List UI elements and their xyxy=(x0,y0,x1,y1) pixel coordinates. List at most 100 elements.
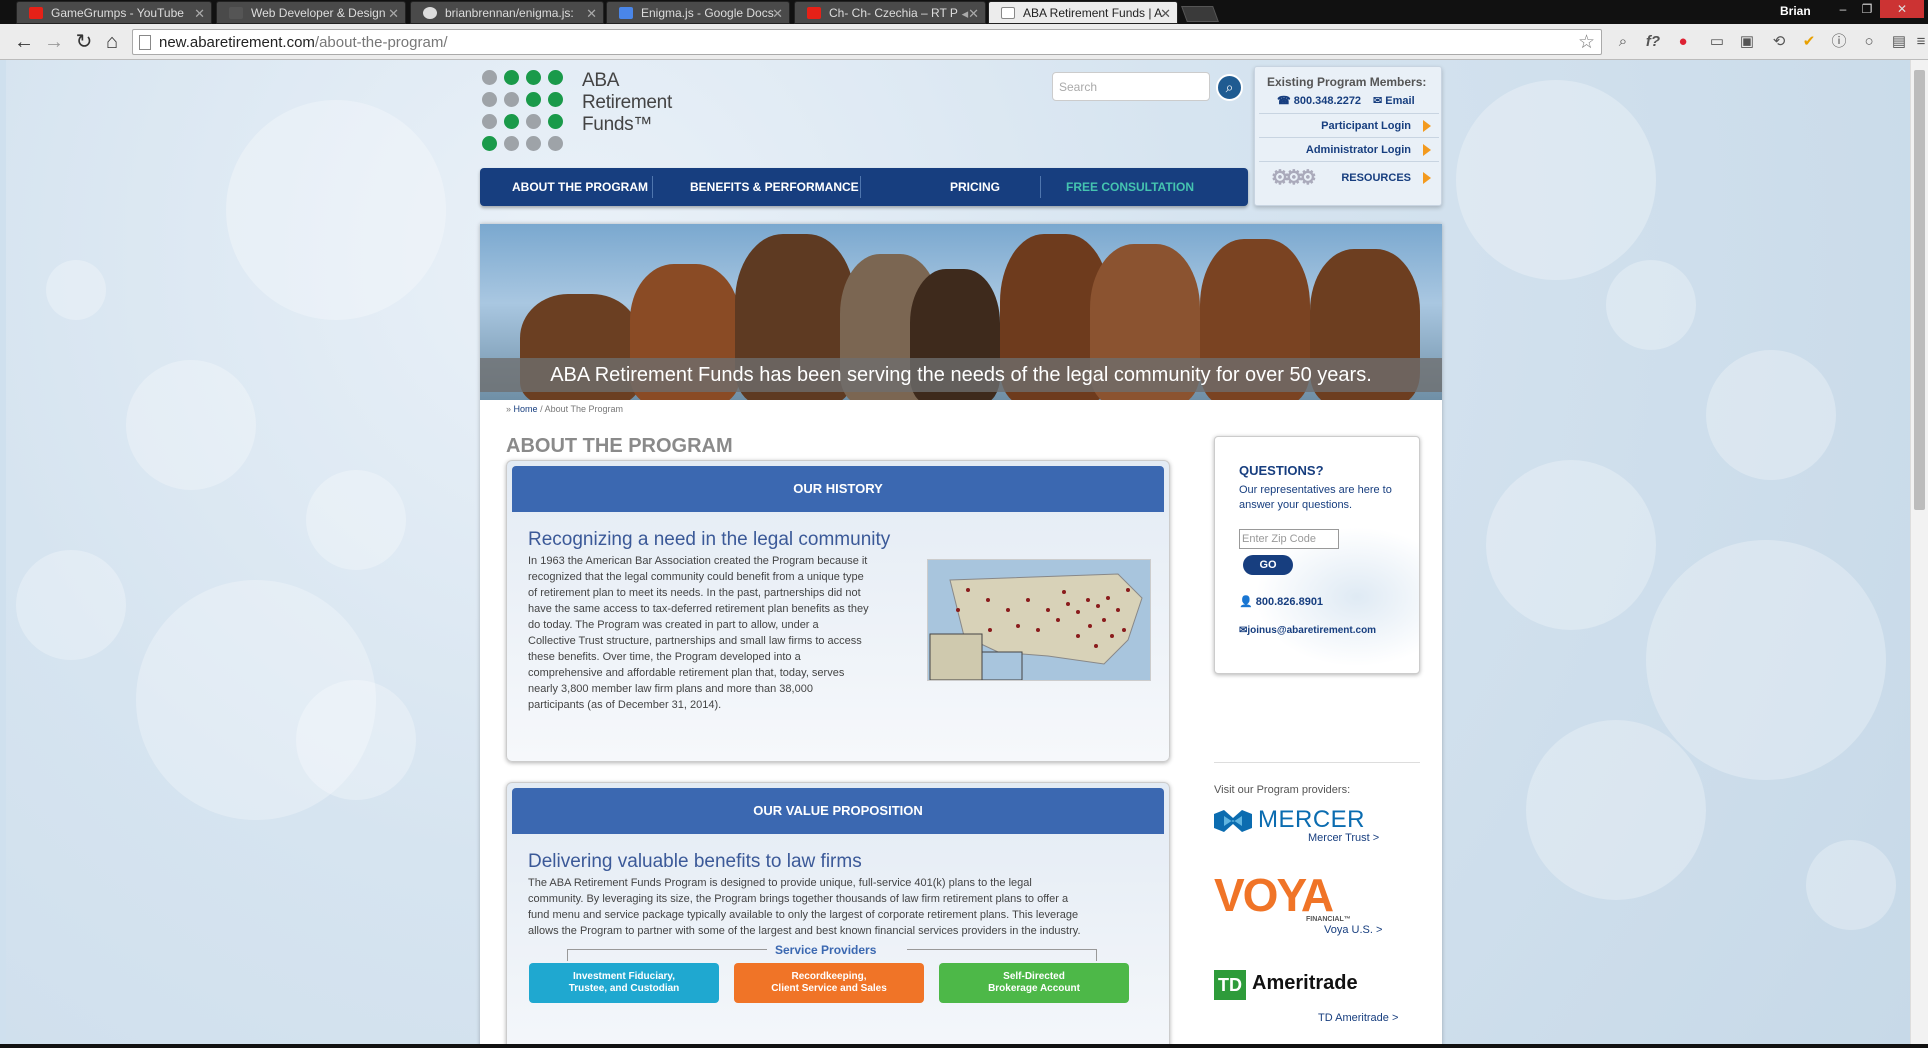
td-mark-icon: TD xyxy=(1214,970,1246,1000)
background-bubble xyxy=(296,680,416,800)
sync-icon[interactable]: ⟲ xyxy=(1770,33,1788,51)
members-email-label: Email xyxy=(1385,95,1415,107)
nav-benefits-performance[interactable]: BENEFITS & PERFORMANCE xyxy=(690,180,859,194)
nav-divider xyxy=(860,176,861,198)
questions-phone-number: 800.826.8901 xyxy=(1255,596,1324,608)
logo-dot xyxy=(526,114,541,129)
voya-us-link[interactable]: Voya U.S. > xyxy=(1324,924,1382,936)
administrator-login-link[interactable]: Administrator Login xyxy=(1259,137,1439,161)
forward-icon[interactable]: → xyxy=(42,30,66,54)
breadcrumb-current: About The Program xyxy=(544,404,623,414)
tab-gamegrumps[interactable]: GameGrumps - YouTube ✕ xyxy=(16,1,212,24)
font-extension-icon[interactable]: f? xyxy=(1644,33,1662,51)
close-tab-icon[interactable]: ✕ xyxy=(586,2,597,23)
go-button[interactable]: GO xyxy=(1243,555,1293,575)
td-ameritrade-link[interactable]: TD Ameritrade > xyxy=(1318,1012,1398,1024)
cast-icon[interactable]: ▭ xyxy=(1708,33,1726,51)
provider-label: Trustee, and Custodian xyxy=(568,983,680,994)
value-proposition-card: OUR VALUE PROPOSITION Delivering valuabl… xyxy=(506,782,1170,1044)
members-email-link[interactable]: ✉ Email xyxy=(1373,94,1415,107)
tab-web-developer[interactable]: Web Developer & Design ✕ xyxy=(216,1,406,24)
logo-dot xyxy=(548,92,563,107)
phone-icon: ☎ xyxy=(1277,95,1291,107)
profile-name[interactable]: Brian xyxy=(1780,4,1811,18)
logo-dot xyxy=(526,70,541,85)
home-icon[interactable]: ⌂ xyxy=(100,30,124,54)
mercer-trust-link[interactable]: Mercer Trust > xyxy=(1308,832,1379,844)
resources-link[interactable]: ⚙⚙⚙ RESOURCES xyxy=(1259,161,1439,193)
tab-title: brianbrennan/enigma.js: xyxy=(445,6,574,20)
tab-google-docs[interactable]: Enigma.js - Google Docs ✕ xyxy=(606,1,790,24)
members-phone[interactable]: ☎ 800.348.2272 xyxy=(1277,94,1361,107)
color-picker-icon[interactable]: ● xyxy=(1674,33,1692,51)
provider-investment-fiduciary[interactable]: Investment Fiduciary, Trustee, and Custo… xyxy=(529,963,719,1003)
logo-dot xyxy=(526,92,541,107)
logo-dot xyxy=(504,114,519,129)
nav-pricing[interactable]: PRICING xyxy=(950,180,1000,194)
logo-dot xyxy=(526,136,541,151)
bookmark-star-icon[interactable]: ☆ xyxy=(1578,31,1595,54)
menu-icon[interactable]: ≡ xyxy=(1912,33,1928,51)
circle-icon[interactable]: ○ xyxy=(1860,33,1878,51)
new-tab-button[interactable] xyxy=(1181,6,1219,22)
nav-about-the-program[interactable]: ABOUT THE PROGRAM xyxy=(512,180,648,194)
provider-label: Recordkeeping, xyxy=(791,971,867,982)
search-input[interactable]: Search xyxy=(1052,72,1210,101)
restore-icon[interactable]: ❐ xyxy=(1856,0,1878,18)
back-icon[interactable]: ← xyxy=(12,30,36,54)
tab-title: Enigma.js - Google Docs xyxy=(641,6,774,20)
provider-self-directed-brokerage[interactable]: Self-Directed Brokerage Account xyxy=(939,963,1129,1003)
chart-extension-icon[interactable]: ▤ xyxy=(1890,33,1908,51)
background-bubble xyxy=(1646,540,1886,780)
breadcrumb-prefix: » xyxy=(506,404,512,414)
tab-github-enigma[interactable]: brianbrennan/enigma.js: ✕ xyxy=(410,1,604,24)
zip-code-input[interactable]: Enter Zip Code xyxy=(1239,529,1339,549)
url-text: new.abaretirement.com/about-the-program/ xyxy=(159,34,448,51)
minimize-icon[interactable]: – xyxy=(1832,0,1854,18)
mercer-mark-icon xyxy=(1214,810,1252,832)
text-line: comprehensive and affordable retirement … xyxy=(528,667,845,679)
url-path: /about-the-program/ xyxy=(314,34,448,51)
provider-recordkeeping[interactable]: Recordkeeping, Client Service and Sales xyxy=(734,963,924,1003)
search-icon[interactable]: ⌕ xyxy=(1216,74,1243,101)
info-icon[interactable]: ⓘ xyxy=(1830,33,1848,51)
css-extension-icon[interactable]: ⌕ xyxy=(1614,33,1632,51)
screen-icon[interactable]: ▣ xyxy=(1738,33,1756,51)
close-tab-icon[interactable]: ✕ xyxy=(1160,2,1171,23)
background-bubble xyxy=(226,100,446,320)
logo-dot xyxy=(548,136,563,151)
tab-title: Web Developer & Design xyxy=(251,6,386,20)
logo-dot xyxy=(482,70,497,85)
voya-wordmark: VOYA xyxy=(1214,869,1334,921)
nav-free-consultation[interactable]: FREE CONSULTATION xyxy=(1066,180,1194,194)
address-bar[interactable]: new.abaretirement.com/about-the-program/… xyxy=(132,29,1602,55)
questions-title: QUESTIONS? xyxy=(1239,463,1324,478)
close-tab-icon[interactable]: ✕ xyxy=(388,2,399,23)
breadcrumb-home[interactable]: Home xyxy=(514,404,538,414)
participant-login-link[interactable]: Participant Login xyxy=(1259,113,1439,137)
background-bubble xyxy=(1606,260,1696,350)
sidebar-divider xyxy=(1214,762,1420,763)
close-tab-icon[interactable]: ✕ xyxy=(194,2,205,23)
mail-icon: ✉ xyxy=(1373,95,1383,107)
visit-providers-text: Visit our Program providers: xyxy=(1214,784,1351,796)
connector-line xyxy=(907,949,1097,961)
tab-czechia[interactable]: Ch- Ch- Czechia – RT P ◂✕ xyxy=(794,1,986,24)
questions-email-link[interactable]: ✉joinus@abaretirement.com xyxy=(1239,625,1376,636)
audio-close-icon[interactable]: ◂✕ xyxy=(962,2,979,23)
scrollbar-thumb[interactable] xyxy=(1914,70,1925,510)
close-tab-icon[interactable]: ✕ xyxy=(772,2,783,23)
docs-icon xyxy=(619,7,633,19)
close-window-icon[interactable]: ✕ xyxy=(1880,0,1924,18)
page-viewport: ABA Retirement Funds™ Search ⌕ ABOUT THE… xyxy=(6,60,1910,1044)
vertical-scrollbar[interactable] xyxy=(1910,60,1928,1044)
us-member-map xyxy=(927,559,1151,681)
reload-icon[interactable]: ↻ xyxy=(72,30,96,54)
history-text: In 1963 the American Bar Association cre… xyxy=(528,553,928,713)
youtube-icon xyxy=(807,7,821,19)
text-line: have the same access to tax-deferred ret… xyxy=(528,603,869,615)
page-info-icon[interactable] xyxy=(139,35,151,50)
main-nav: ABOUT THE PROGRAM BENEFITS & PERFORMANCE… xyxy=(480,168,1248,206)
task-check-icon[interactable]: ✔ xyxy=(1800,33,1818,51)
tab-aba-retirement[interactable]: ABA Retirement Funds | A ✕ xyxy=(988,1,1178,24)
